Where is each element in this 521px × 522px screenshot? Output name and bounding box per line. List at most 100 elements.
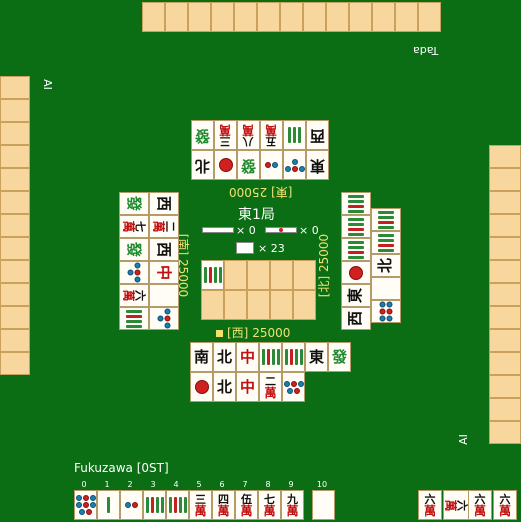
tile-back xyxy=(0,352,30,375)
man-tile: 六萬 xyxy=(493,490,517,520)
tile-back xyxy=(372,2,395,32)
tile-back xyxy=(0,283,30,306)
tile-back xyxy=(293,290,316,320)
tile-back xyxy=(489,191,521,214)
bottom-seat-wind: [西] xyxy=(227,326,249,340)
sou-tile xyxy=(259,342,282,372)
riichi-stick-icon xyxy=(265,227,297,233)
tile-back xyxy=(0,76,30,99)
honor-tile: 發 xyxy=(119,238,149,261)
right-player-score-label: [北] 25000 xyxy=(315,234,332,297)
tile-back xyxy=(234,2,257,32)
right-player-name: AI xyxy=(456,434,470,445)
hand-tile-0[interactable] xyxy=(74,490,97,520)
tile-back xyxy=(489,352,521,375)
honor-tile: 發 xyxy=(119,192,149,215)
man-tile: 八萬 xyxy=(237,120,260,150)
tile-back xyxy=(0,214,30,237)
tile-back xyxy=(489,283,521,306)
bottom-name: Fukuzawa xyxy=(74,461,133,475)
hand-tile-2[interactable] xyxy=(120,490,143,520)
tile-back xyxy=(0,122,30,145)
tile-back xyxy=(293,260,316,290)
tile-back xyxy=(0,99,30,122)
honor-tile: 北 xyxy=(371,254,401,277)
tile-back xyxy=(303,2,326,32)
tile-back xyxy=(326,2,349,32)
tile-back xyxy=(489,329,521,352)
top-player-score-label: [東] 25000 xyxy=(229,184,292,201)
bottom-player-name: Fukuzawa [0ST] xyxy=(74,461,169,475)
hand-index-label: 6 xyxy=(219,480,225,489)
hand-tile-4[interactable] xyxy=(166,490,189,520)
top-score: 25000 xyxy=(229,185,268,199)
pin-tile xyxy=(119,261,149,284)
hand-tile-9[interactable]: 九萬 xyxy=(281,490,304,520)
hand-index-label: 9 xyxy=(288,480,294,489)
honor-tile: 北 xyxy=(213,342,236,372)
man-tile: 六萬 xyxy=(119,284,149,307)
hand-index-label: 4 xyxy=(173,480,179,489)
right-seat-wind: [北] xyxy=(317,275,332,298)
honor-tile: 西 xyxy=(341,307,371,330)
tile-back xyxy=(0,191,30,214)
tile-back xyxy=(142,2,165,32)
dealer-marker-icon xyxy=(216,330,223,337)
hand-tile-6[interactable]: 四萬 xyxy=(212,490,235,520)
tile-back xyxy=(489,168,521,191)
tile-back xyxy=(0,145,30,168)
mahjong-table: Tada AI AI [東] 25000 [南] 25000 [北] 25000… xyxy=(0,0,521,522)
hand-tile-10[interactable] xyxy=(312,490,335,520)
tile-back xyxy=(211,2,234,32)
honor-tile: 中 xyxy=(149,261,179,284)
hand-index-label: 2 xyxy=(127,480,133,489)
bottom-player-score-label: [西] 25000 xyxy=(216,324,290,341)
hand-index-label: 0 xyxy=(81,480,87,489)
tile-back xyxy=(0,306,30,329)
tile-back xyxy=(349,2,372,32)
blank-tile xyxy=(371,277,401,300)
top-player-name: Tada xyxy=(413,44,439,57)
tile-back xyxy=(418,2,441,32)
tile-back xyxy=(270,260,293,290)
honor-tile: 西 xyxy=(149,192,179,215)
hand-tile-5[interactable]: 三萬 xyxy=(189,490,212,520)
sou-tile xyxy=(371,231,401,254)
pin-tile xyxy=(283,150,306,180)
hand-tile-3[interactable] xyxy=(143,490,166,520)
tile-back xyxy=(395,2,418,32)
pin-tile xyxy=(149,307,179,330)
honor-tile: 西 xyxy=(306,120,329,150)
top-seat-wind: [東] xyxy=(271,185,293,199)
pin-tile xyxy=(341,261,371,284)
left-player-name: AI xyxy=(40,79,54,90)
hand-tile-1[interactable] xyxy=(97,490,120,520)
round-label: 東1局 xyxy=(238,207,275,223)
tile-back xyxy=(489,145,521,168)
tile-back xyxy=(489,421,521,444)
sou-tile xyxy=(282,342,305,372)
sou-tile xyxy=(371,208,401,231)
honor-tile: 南 xyxy=(190,342,213,372)
man-tile: 七萬 xyxy=(119,215,149,238)
hand-tile-8[interactable]: 七萬 xyxy=(258,490,281,520)
tile-back xyxy=(489,306,521,329)
pin-tile xyxy=(260,150,283,180)
honor-tile: 東 xyxy=(305,342,328,372)
tile-back xyxy=(0,329,30,352)
sou-tile xyxy=(201,260,224,290)
hand-tile-7[interactable]: 伍萬 xyxy=(235,490,258,520)
tile-back xyxy=(201,290,224,320)
bottom-status: [0ST] xyxy=(136,461,169,475)
man-tile: 六萬 xyxy=(468,490,492,520)
hand-index-label: 1 xyxy=(104,480,110,489)
pin-tile xyxy=(371,300,401,323)
tile-back xyxy=(0,168,30,191)
man-tile: 六萬 xyxy=(418,490,442,520)
sou-tile xyxy=(341,215,371,238)
man-tile: 二萬 xyxy=(259,372,282,402)
hand-index-label: 5 xyxy=(196,480,202,489)
tile-back xyxy=(188,2,211,32)
honor-tile: 發 xyxy=(191,120,214,150)
pin-tile xyxy=(214,150,237,180)
